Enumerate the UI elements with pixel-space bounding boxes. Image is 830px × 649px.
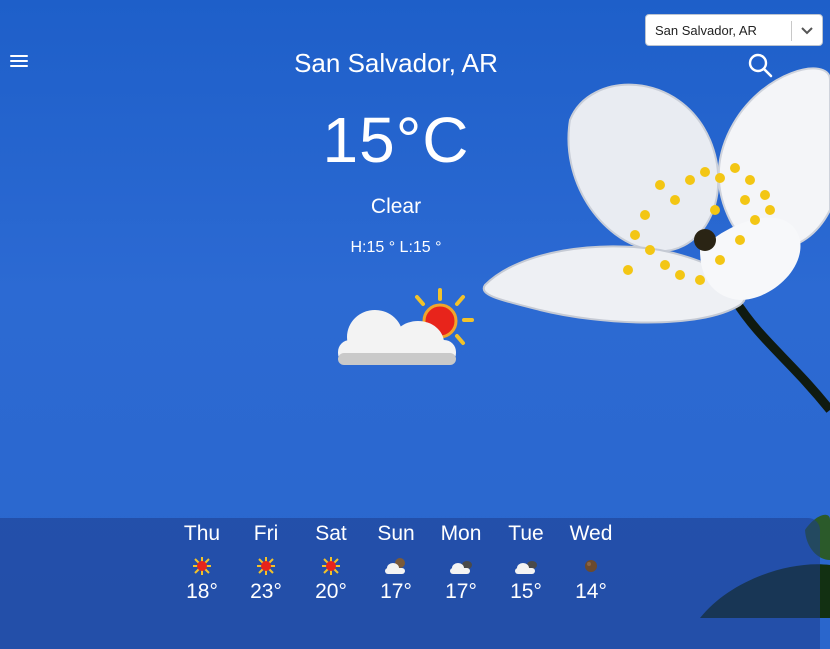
select-separator	[791, 21, 792, 41]
forecast-panel: Thu 18° Fri 23° Sat 20° Sun 17° Mon 17° …	[0, 518, 820, 649]
high-low-temperature: H:15 ° L:15 °	[350, 239, 442, 256]
forecast-day-name: Mon	[440, 522, 482, 545]
forecast-temp: 18°	[186, 580, 218, 603]
forecast-day-name: Fri	[253, 522, 279, 545]
sun-icon	[257, 557, 275, 575]
forecast-day: Sat 20°	[296, 522, 366, 604]
chevron-down-icon[interactable]	[797, 23, 817, 39]
cloudy-icon	[515, 561, 537, 574]
moon-icon	[585, 560, 597, 572]
forecast-temp: 14°	[575, 580, 607, 603]
location-select-value: San Salvador, AR	[655, 23, 757, 38]
location-select[interactable]: San Salvador, AR	[645, 14, 823, 46]
forecast-temp: 23°	[250, 580, 282, 603]
forecast-day: Mon 17°	[426, 522, 496, 604]
sun-icon	[193, 557, 211, 575]
forecast-temp: 15°	[510, 580, 542, 603]
partly-cloudy-icon	[338, 288, 474, 365]
forecast-temp: 17°	[445, 580, 477, 603]
forecast-day: Wed 14°	[556, 522, 626, 604]
current-condition: Clear	[370, 195, 422, 218]
sun-icon	[322, 557, 340, 575]
forecast-day: Thu 18°	[167, 522, 237, 604]
current-temperature: 15°C	[322, 104, 470, 176]
forecast-day-name: Thu	[183, 522, 221, 545]
forecast-day: Sun 17°	[361, 522, 431, 604]
forecast-temp: 20°	[315, 580, 347, 603]
forecast-day-name: Sun	[377, 522, 415, 545]
search-icon[interactable]	[747, 52, 773, 78]
cloudy-icon	[450, 561, 472, 574]
forecast-day-name: Tue	[508, 522, 544, 545]
forecast-temp: 17°	[380, 580, 412, 603]
partly-cloudy-icon	[385, 558, 405, 574]
forecast-day: Tue 15°	[491, 522, 561, 604]
forecast-day-name: Sat	[315, 522, 347, 545]
forecast-day: Fri 23°	[231, 522, 301, 604]
city-title: San Salvador, AR	[294, 48, 498, 78]
forecast-day-name: Wed	[569, 522, 613, 545]
